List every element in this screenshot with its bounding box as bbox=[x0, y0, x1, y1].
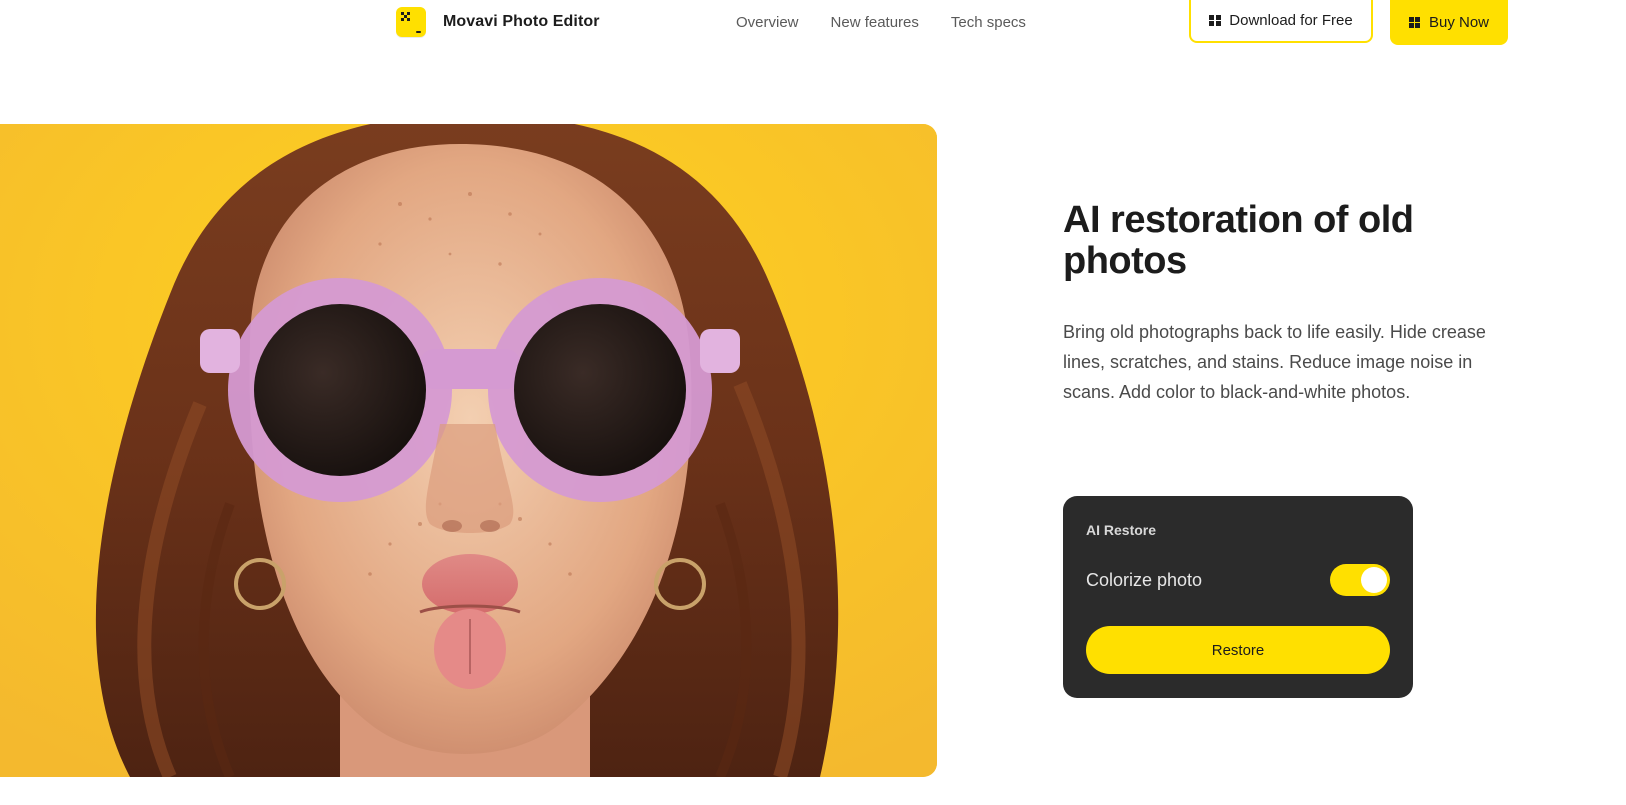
buy-label: Buy Now bbox=[1428, 14, 1490, 31]
brand-link[interactable]: Movavi Photo Editor bbox=[396, 7, 600, 37]
feature-description: Bring old photographs back to life easil… bbox=[1063, 322, 1486, 402]
brand-name: Movavi Photo Editor bbox=[443, 13, 600, 30]
colorize-row: Colorize photo bbox=[1086, 564, 1390, 596]
hero-photo bbox=[0, 124, 937, 777]
page: Movavi Photo Editor Overview New feature… bbox=[0, 0, 1626, 805]
nav-overview[interactable]: Overview bbox=[736, 14, 799, 31]
download-label: Download for Free bbox=[1229, 12, 1353, 29]
restore-label: Restore bbox=[1211, 641, 1265, 659]
movavi-logo-icon bbox=[396, 7, 426, 37]
feature-title: AI restoration of old photos bbox=[1063, 199, 1414, 282]
card-title: AI Restore bbox=[1086, 522, 1157, 538]
download-for-free-button[interactable]: Download for Free bbox=[1189, 0, 1373, 43]
nav-new-features[interactable]: New features bbox=[831, 14, 919, 31]
colorize-toggle[interactable] bbox=[1330, 564, 1390, 596]
restore-button[interactable]: Restore bbox=[1086, 626, 1390, 674]
site-header: Movavi Photo Editor Overview New feature… bbox=[0, 0, 1626, 48]
windows-icon bbox=[1209, 14, 1221, 27]
buy-now-button[interactable]: Buy Now bbox=[1390, 0, 1508, 45]
toggle-knob bbox=[1361, 567, 1387, 593]
colorize-label: Colorize photo bbox=[1086, 569, 1203, 590]
windows-icon bbox=[1408, 16, 1421, 29]
nav-tech-specs[interactable]: Tech specs bbox=[951, 14, 1026, 31]
portrait-illustration bbox=[0, 124, 937, 777]
main-nav: Overview New features Tech specs bbox=[736, 14, 1026, 31]
ai-restore-card: AI Restore Colorize photo Restore bbox=[1063, 496, 1413, 698]
